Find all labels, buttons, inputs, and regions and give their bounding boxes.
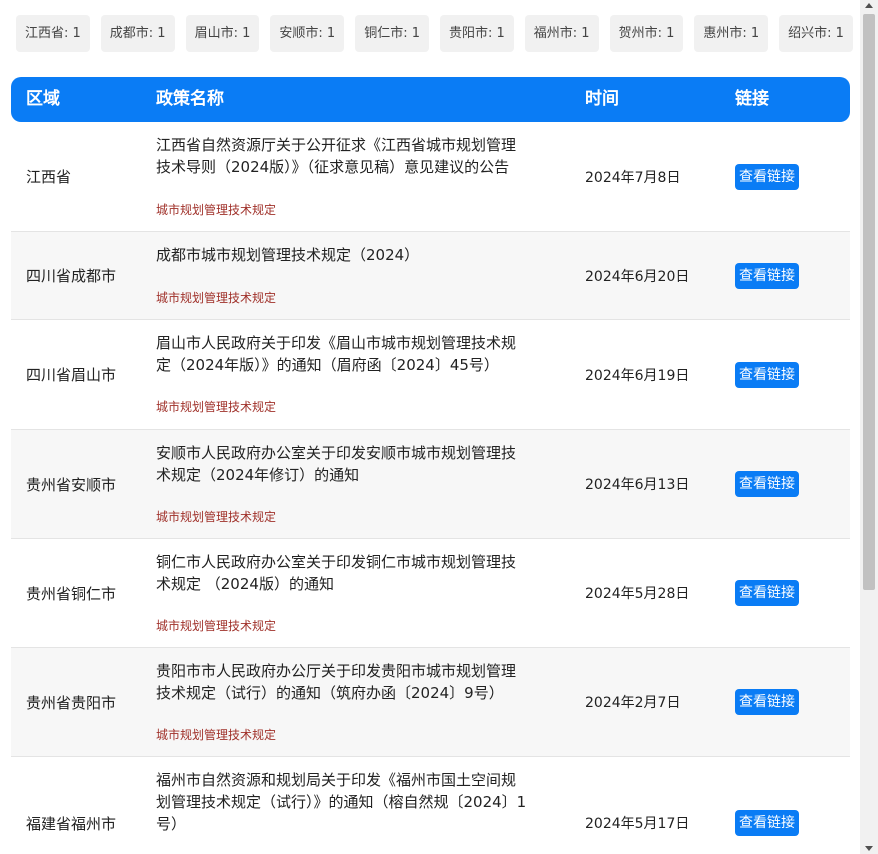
row-category: 城市规划管理技术规定 (156, 619, 277, 633)
policy-name-line: 成都市城市规划管理技术规定（2024） (156, 246, 420, 264)
policy-name-line: 划管理技术规定（试行）》的通知（榕自然规〔2024〕1 (156, 793, 527, 811)
policy-name-line: 铜仁市人民政府办公室关于印发铜仁市城市规划管理技 (156, 553, 517, 571)
header-link: 链接 (735, 89, 769, 109)
policy-name-line: 技术导则（2024版）》（征求意见稿）意见建议的公告 (156, 158, 510, 176)
filter-tag[interactable]: 贺州市: 1 (609, 15, 684, 52)
filter-tag[interactable]: 福州市: 1 (524, 15, 599, 52)
filter-tag[interactable]: 惠州市: 1 (694, 15, 769, 52)
row-region: 贵州省贵阳市 (26, 693, 117, 712)
row-region: 贵州省铜仁市 (26, 584, 117, 603)
row-time: 2024年2月7日 (585, 695, 681, 711)
view-link-button[interactable]: 查看链接 (735, 580, 799, 606)
table-row: 四川省眉山市 眉山市人民政府关于印发《眉山市城市规划管理技术规 定（2024年版… (11, 320, 850, 430)
filter-tag[interactable]: 安顺市: 1 (270, 15, 345, 52)
scroll-thumb[interactable] (863, 14, 875, 590)
scroll-down-arrow-icon[interactable] (865, 846, 873, 851)
header-time: 时间 (585, 89, 619, 109)
row-time: 2024年6月19日 (585, 367, 690, 384)
table-row: 江西省 江西省自然资源厅关于公开征求《江西省城市规划管理 技术导则（2024版）… (11, 122, 850, 232)
row-policy-name: 眉山市人民政府关于印发《眉山市城市规划管理技术规 定（2024年版）》的通知（眉… (156, 332, 556, 376)
view-link-button[interactable]: 查看链接 (735, 361, 799, 388)
filter-tag[interactable]: 成都市: 1 (100, 15, 175, 52)
table-row: 四川省成都市 成都市城市规划管理技术规定（2024） 城市规划管理技术规定 20… (11, 232, 850, 320)
filter-tag[interactable]: 贵阳市: 1 (439, 15, 514, 52)
row-region: 贵州省安顺市 (26, 475, 117, 494)
row-policy-name: 江西省自然资源厅关于公开征求《江西省城市规划管理 技术导则（2024版）》（征求… (156, 134, 556, 178)
view-link-button[interactable]: 查看链接 (735, 810, 799, 836)
row-region: 江西省 (26, 168, 72, 186)
policy-name-line: 技术规定（试行）的通知（筑府办函〔2024〕9号） (156, 684, 504, 702)
filter-tag[interactable]: 绍兴市: 1 (779, 15, 853, 52)
scroll-up-arrow-icon[interactable] (865, 3, 873, 8)
page: 江西省: 1 成都市: 1 眉山市: 1 安顺市: 1 铜仁市: 1 贵阳市: … (0, 0, 878, 854)
row-category: 城市规划管理技术规定 (156, 510, 277, 524)
row-policy-name: 福州市自然资源和规划局关于印发《福州市国土空间规 划管理技术规定（试行）》的通知… (156, 769, 556, 835)
row-time: 2024年6月20日 (585, 268, 690, 285)
table-row: 贵州省安顺市 安顺市人民政府办公室关于印发安顺市城市规划管理技 术规定（2024… (11, 430, 850, 539)
row-time: 2024年6月13日 (585, 477, 690, 493)
row-region: 福建省福州市 (26, 814, 117, 833)
row-category: 城市规划管理技术规定 (156, 728, 277, 742)
policy-name-line: 号） (156, 815, 187, 833)
row-time: 2024年5月17日 (585, 816, 690, 832)
row-region: 四川省眉山市 (26, 366, 117, 384)
row-category: 城市规划管理技术规定 (156, 203, 277, 217)
view-link-button[interactable]: 查看链接 (735, 262, 799, 289)
policy-table: 区域 政策名称 时间 链接 江西省 江西省自然资源厅关于公开征求《江西省城市规划… (11, 77, 850, 854)
table-row: 贵州省铜仁市 铜仁市人民政府办公室关于印发铜仁市城市规划管理技 术规定 （202… (11, 539, 850, 648)
row-time: 2024年7月8日 (585, 169, 681, 186)
row-policy-name: 安顺市人民政府办公室关于印发安顺市城市规划管理技 术规定（2024年修订）的通知 (156, 442, 556, 486)
filter-tag[interactable]: 江西省: 1 (16, 15, 90, 52)
filter-tags: 江西省: 1 成都市: 1 眉山市: 1 安顺市: 1 铜仁市: 1 贵阳市: … (16, 15, 853, 52)
policy-name-line: 贵阳市市人民政府办公厅关于印发贵阳市城市规划管理 (156, 662, 517, 680)
policy-name-line: 定（2024年版）》的通知（眉府函〔2024〕45号） (156, 356, 499, 374)
row-category: 城市规划管理技术规定 (156, 291, 277, 305)
policy-name-line: 江西省自然资源厅关于公开征求《江西省城市规划管理 (156, 136, 517, 154)
vertical-scrollbar[interactable] (860, 0, 878, 854)
row-policy-name: 贵阳市市人民政府办公厅关于印发贵阳市城市规划管理 技术规定（试行）的通知（筑府办… (156, 660, 556, 704)
row-policy-name: 成都市城市规划管理技术规定（2024） (156, 244, 556, 266)
view-link-button[interactable]: 查看链接 (735, 471, 799, 497)
header-policy-name: 政策名称 (156, 89, 224, 109)
view-link-button[interactable]: 查看链接 (735, 163, 799, 190)
filter-tag[interactable]: 铜仁市: 1 (355, 15, 429, 52)
row-region: 四川省成都市 (26, 267, 117, 285)
filter-tag[interactable]: 眉山市: 1 (185, 15, 260, 52)
policy-name-line: 福州市自然资源和规划局关于印发《福州市国土空间规 (156, 771, 517, 789)
row-policy-name: 铜仁市人民政府办公室关于印发铜仁市城市规划管理技 术规定 （2024版）的通知 (156, 551, 556, 595)
header-region: 区域 (26, 89, 60, 109)
policy-name-line: 术规定 （2024版）的通知 (156, 575, 334, 593)
policy-name-line: 眉山市人民政府关于印发《眉山市城市规划管理技术规 (156, 334, 517, 352)
table-row: 贵州省贵阳市 贵阳市市人民政府办公厅关于印发贵阳市城市规划管理 技术规定（试行）… (11, 648, 850, 757)
policy-name-line: 安顺市人民政府办公室关于印发安顺市城市规划管理技 (156, 444, 517, 462)
policy-name-line: 术规定（2024年修订）的通知 (156, 466, 360, 484)
content-area: 江西省: 1 成都市: 1 眉山市: 1 安顺市: 1 铜仁市: 1 贵阳市: … (0, 0, 860, 854)
row-time: 2024年5月28日 (585, 586, 690, 602)
table-header: 区域 政策名称 时间 链接 (11, 77, 850, 122)
row-category: 城市规划管理技术规定 (156, 400, 277, 414)
table-row: 福建省福州市 福州市自然资源和规划局关于印发《福州市国土空间规 划管理技术规定（… (11, 757, 850, 854)
view-link-button[interactable]: 查看链接 (735, 689, 799, 715)
